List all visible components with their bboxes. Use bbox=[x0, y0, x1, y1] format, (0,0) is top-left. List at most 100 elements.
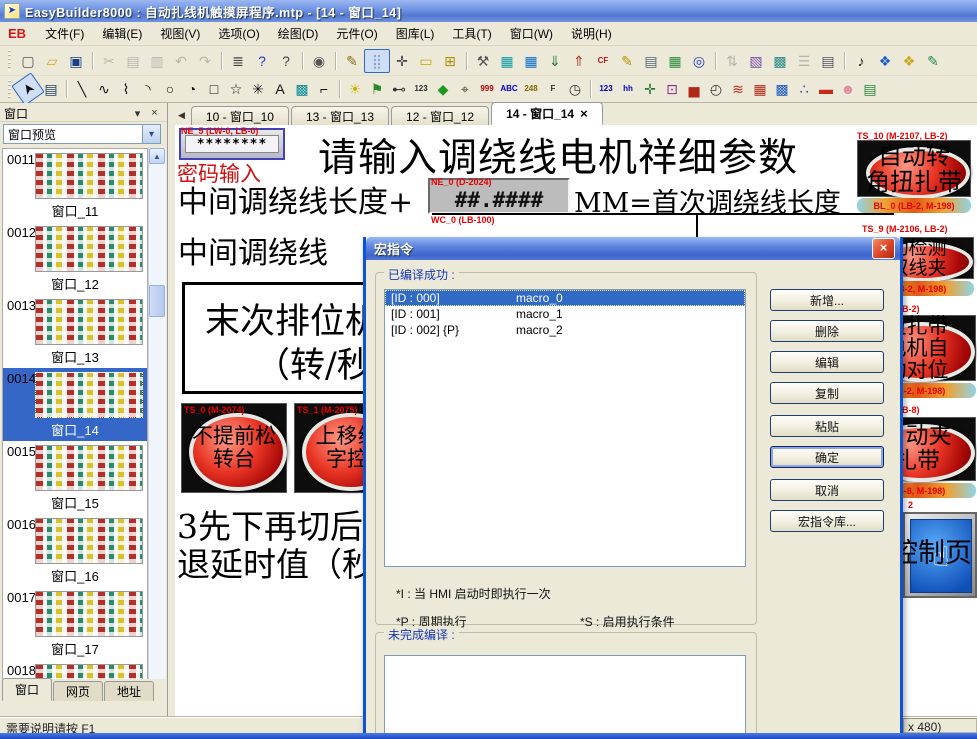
dialog-button[interactable]: 新增... bbox=[770, 289, 884, 311]
time-display-icon[interactable]: hh bbox=[617, 78, 639, 100]
copy-icon[interactable]: ▤ bbox=[121, 50, 145, 72]
xy-plot-icon[interactable]: ∴ bbox=[793, 78, 815, 100]
macro_1[interactable]: [ID : 001] macro_1 bbox=[385, 306, 745, 322]
indirect-window-icon[interactable]: 248 bbox=[520, 78, 542, 100]
zoom-icon[interactable]: ◎ bbox=[687, 50, 711, 72]
pie-icon[interactable]: ◔ bbox=[181, 78, 203, 100]
word-lamp-icon[interactable]: ⚑ bbox=[366, 78, 388, 100]
trend-display-icon[interactable]: ≋ bbox=[727, 78, 749, 100]
group-library-icon[interactable]: ▤ bbox=[816, 50, 840, 72]
dialog-button[interactable]: 宏指令库... bbox=[770, 510, 884, 532]
macro_0[interactable]: [ID : 000] macro_0 bbox=[385, 290, 745, 306]
window-bar-icon[interactable]: ▭ bbox=[414, 50, 438, 72]
menu-item[interactable]: 视图(V) bbox=[151, 22, 209, 45]
macro-icon[interactable]: ✎ bbox=[615, 50, 639, 72]
tab-scroll-left-icon[interactable]: ◀ bbox=[178, 110, 185, 121]
preview-mode-select[interactable]: 窗口预览 ▾ bbox=[3, 124, 161, 144]
bit-lamp-icon[interactable]: ☀ bbox=[344, 78, 366, 100]
text-icon[interactable]: A bbox=[269, 78, 291, 100]
separator[interactable] bbox=[335, 78, 344, 100]
dialog-button[interactable]: 删除 bbox=[770, 320, 884, 342]
toggle-switch-icon[interactable]: ⌖ bbox=[454, 78, 476, 100]
window-tab[interactable]: 12 - 窗口_12 bbox=[391, 106, 489, 125]
numeric-input-icon[interactable]: 999 bbox=[476, 78, 498, 100]
recipe-table-icon[interactable]: ▦ bbox=[663, 50, 687, 72]
paste-icon[interactable]: ▥ bbox=[145, 50, 169, 72]
window-list-item[interactable]: 0012 窗口_12 bbox=[3, 222, 147, 295]
scroll-thumb[interactable] bbox=[149, 285, 165, 317]
dialog-button[interactable]: 取消 bbox=[770, 479, 884, 501]
window-list-item[interactable]: 0013 窗口_13 bbox=[3, 295, 147, 368]
redo-icon[interactable]: ↷ bbox=[193, 50, 217, 72]
circle-icon[interactable]: ○ bbox=[159, 78, 181, 100]
close-icon[interactable]: × bbox=[872, 238, 895, 259]
push-button-auto-corner[interactable]: 自动转 角扭扎带 bbox=[857, 140, 971, 197]
undo-icon[interactable]: ↶ bbox=[169, 50, 193, 72]
snap-icon[interactable]: ✛ bbox=[390, 50, 414, 72]
separator[interactable] bbox=[217, 50, 226, 72]
clock-icon[interactable]: ◷ bbox=[564, 78, 586, 100]
menu-item[interactable]: 绘图(D) bbox=[269, 22, 328, 45]
simulate-offline-icon[interactable]: ▦ bbox=[495, 50, 519, 72]
grid-icon[interactable]: ⣿ bbox=[364, 49, 390, 73]
sidebar-tab[interactable]: 地址 bbox=[104, 681, 154, 701]
dialog-title-bar[interactable]: 宏指令 × bbox=[366, 237, 900, 260]
separator[interactable] bbox=[88, 50, 97, 72]
menu-item[interactable]: 说明(H) bbox=[562, 22, 621, 45]
dialog-button[interactable]: 确定 bbox=[770, 446, 884, 468]
bar-graph-icon[interactable]: ▅ bbox=[683, 78, 705, 100]
window-list-item[interactable]: 0017 窗口_17 bbox=[3, 587, 147, 660]
memo-icon[interactable]: ✎ bbox=[921, 50, 945, 72]
polyline-icon[interactable]: ⌇ bbox=[115, 78, 137, 100]
system-message-icon[interactable]: ⇅ bbox=[720, 50, 744, 72]
history-table-icon[interactable]: ▦ bbox=[749, 78, 771, 100]
download-icon[interactable]: ⇓ bbox=[543, 50, 567, 72]
separator[interactable] bbox=[711, 50, 720, 72]
frame-icon[interactable]: ⌐ bbox=[313, 78, 335, 100]
macro-listbox[interactable]: [ID : 000] macro_0 [ID : 001] macro_1 [I… bbox=[384, 289, 746, 567]
separator[interactable] bbox=[462, 50, 471, 72]
scroll-up-icon[interactable]: ▲ bbox=[149, 148, 165, 164]
menu-item[interactable]: 窗口(W) bbox=[501, 22, 562, 45]
canvas-title-text[interactable]: 请输入调绕线电机祥细参数 bbox=[318, 127, 798, 183]
toolbox-icon[interactable]: ⚒ bbox=[471, 50, 495, 72]
find-address-icon[interactable]: ◉ bbox=[307, 50, 331, 72]
bar-lamp-object[interactable]: BL_0 (LB-2, M-198) bbox=[857, 198, 971, 213]
ascii-input-icon[interactable]: ABC bbox=[498, 78, 520, 100]
set-bit-icon[interactable]: ⊷ bbox=[388, 78, 410, 100]
line-icon[interactable]: ╲ bbox=[71, 78, 93, 100]
separator[interactable] bbox=[586, 78, 595, 100]
scale-icon[interactable]: ✳ bbox=[247, 78, 269, 100]
cf-card-icon[interactable]: CF bbox=[591, 50, 615, 72]
layers-icon[interactable]: ⊞ bbox=[438, 50, 462, 72]
menu-item[interactable]: 文件(F) bbox=[36, 22, 93, 45]
address-book-icon[interactable]: ▧ bbox=[744, 50, 768, 72]
new-icon[interactable]: ▢ bbox=[16, 50, 40, 72]
arc-icon[interactable]: ◝ bbox=[137, 78, 159, 100]
tab-close-icon[interactable]: × bbox=[580, 108, 588, 120]
menu-item[interactable]: 元件(O) bbox=[327, 22, 386, 45]
context-help-icon[interactable]: ? bbox=[274, 50, 298, 72]
control-page-text[interactable]: 控制页 bbox=[891, 531, 972, 570]
sidebar-tab[interactable]: 窗口 bbox=[2, 678, 52, 701]
picture-icon[interactable]: ▩ bbox=[291, 78, 313, 100]
window-list-item[interactable]: 0014 窗口_14 bbox=[3, 368, 147, 441]
separator[interactable] bbox=[840, 50, 849, 72]
dialog-button[interactable]: 编辑 bbox=[770, 351, 884, 373]
underline-shape[interactable] bbox=[432, 213, 894, 215]
alarm-bar-icon[interactable]: ▬ bbox=[815, 78, 837, 100]
simulate-online-icon[interactable]: ▦ bbox=[519, 50, 543, 72]
meter-display-icon[interactable]: ◴ bbox=[705, 78, 727, 100]
upload-icon[interactable]: ⇑ bbox=[567, 50, 591, 72]
polygon-icon[interactable]: ☆ bbox=[225, 78, 247, 100]
window-tab[interactable]: 10 - 窗口_10 bbox=[191, 106, 289, 125]
menu-item[interactable]: 编辑(E) bbox=[93, 22, 151, 45]
event-display-icon[interactable]: ▤ bbox=[859, 78, 881, 100]
move-shape-icon[interactable]: ✛ bbox=[639, 78, 661, 100]
separator[interactable] bbox=[62, 78, 71, 100]
menu-item[interactable]: 图库(L) bbox=[387, 22, 444, 45]
delay-value-text[interactable]: 3先下再切后 退延时值（秒 bbox=[177, 508, 375, 584]
picture-manager-icon[interactable]: ▩ bbox=[768, 50, 792, 72]
close-icon[interactable]: × bbox=[146, 105, 163, 121]
operator-icon[interactable]: ☻ bbox=[837, 78, 859, 100]
